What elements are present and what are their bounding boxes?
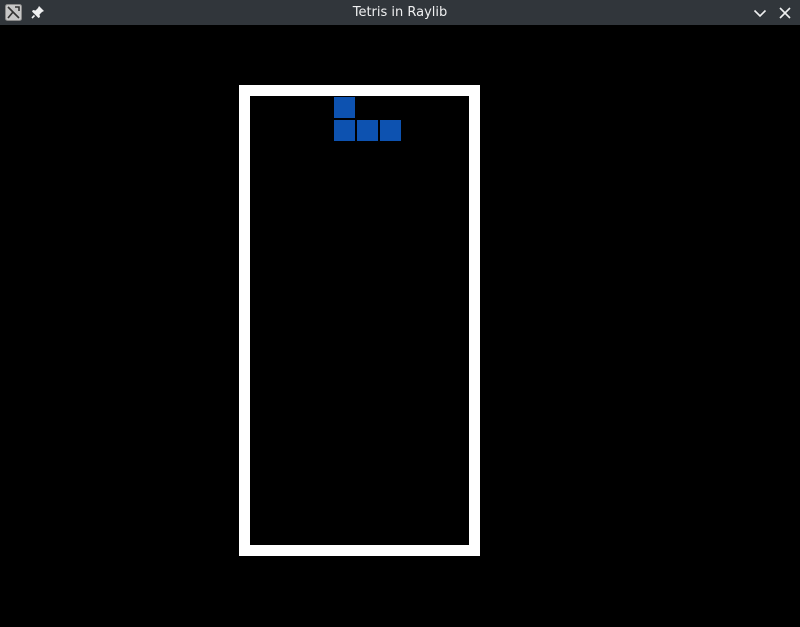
tetromino-cell [357, 120, 378, 141]
app-window: Tetris in Raylib [0, 0, 800, 627]
tetris-board [250, 96, 469, 545]
board-border [239, 85, 480, 556]
tetromino-cell [380, 120, 401, 141]
tetromino-cell [334, 97, 355, 118]
window-title: Tetris in Raylib [352, 5, 448, 20]
title-bar[interactable]: Tetris in Raylib [0, 0, 800, 25]
chevron-down-icon[interactable] [751, 4, 769, 22]
game-canvas[interactable] [0, 25, 800, 627]
close-icon[interactable] [776, 4, 794, 22]
tetromino-cell [334, 120, 355, 141]
